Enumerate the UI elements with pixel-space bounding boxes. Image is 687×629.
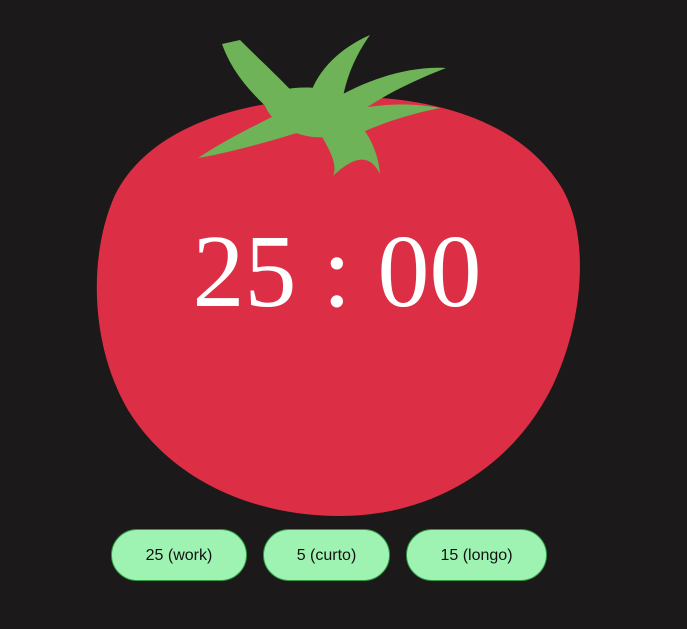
long-break-15-button[interactable]: 15 (longo) [406, 529, 547, 581]
timer-seconds: 00 [377, 214, 482, 329]
pomodoro-app: 25 : 00 25 (work) 5 (curto) 15 (longo) [0, 0, 687, 629]
timer-separator: : [322, 214, 352, 329]
timer-display: 25 : 00 [94, 212, 580, 332]
short-break-5-button[interactable]: 5 (curto) [263, 529, 390, 581]
preset-buttons: 25 (work) 5 (curto) 15 (longo) [0, 529, 687, 583]
timer-minutes: 25 [192, 214, 297, 329]
work-25-button[interactable]: 25 (work) [111, 529, 247, 581]
